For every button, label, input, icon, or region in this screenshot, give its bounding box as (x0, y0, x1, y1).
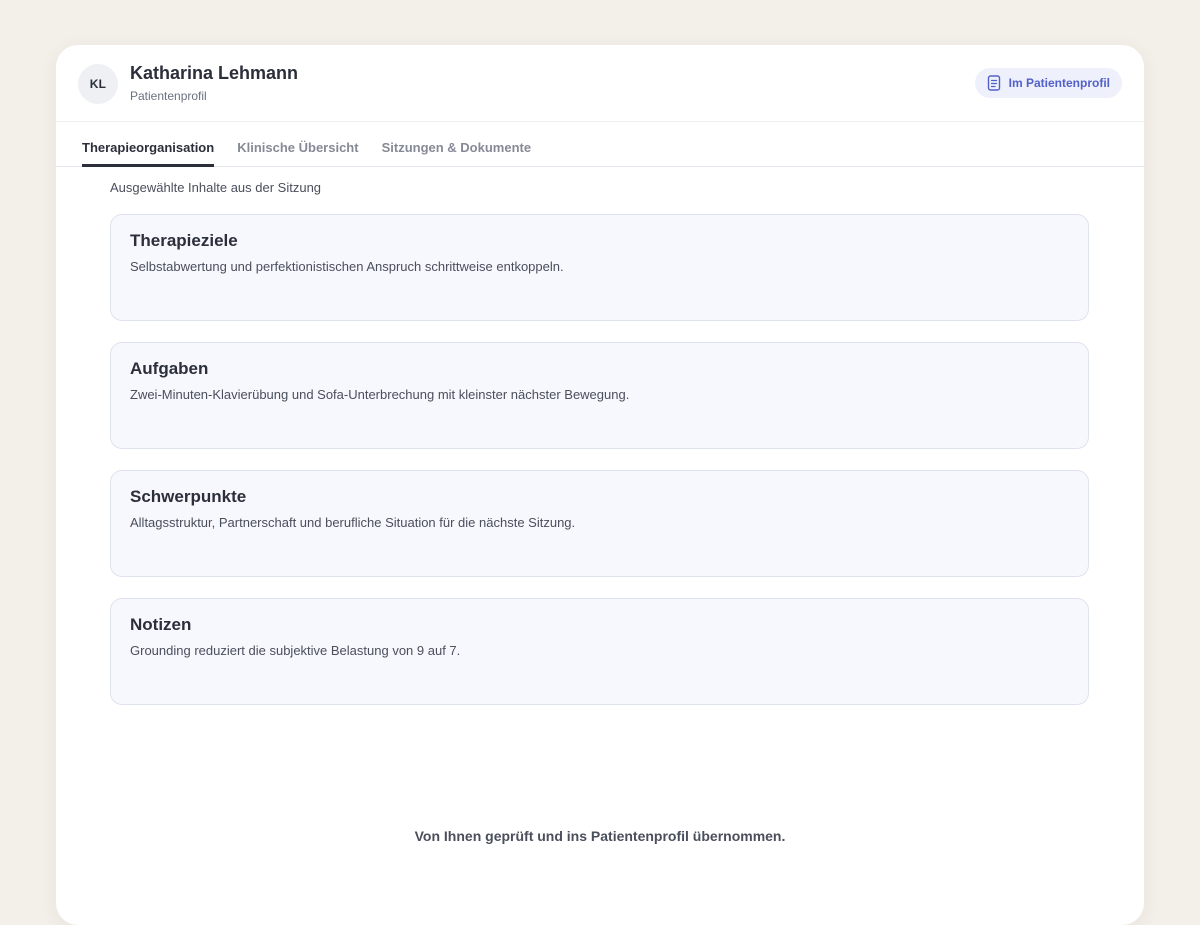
section-list: Therapieziele Selbstabwertung und perfek… (110, 214, 1090, 705)
patient-subtitle: Patientenprofil (130, 89, 207, 103)
section-title: Schwerpunkte (130, 487, 247, 506)
tab-bar: Therapieorganisation Klinische Übersicht… (56, 122, 1144, 167)
section-card-notizen: Notizen Grounding reduziert die subjekti… (110, 598, 1089, 705)
section-card-therapieziele: Therapieziele Selbstabwertung und perfek… (110, 214, 1089, 321)
tab-klinische-uebersicht[interactable]: Klinische Übersicht (237, 122, 358, 166)
patient-profile-label: Im Patientenprofil (1008, 76, 1110, 90)
tab-therapieorganisation[interactable]: Therapieorganisation (82, 122, 215, 167)
main-content: Ausgewählte Inhalte aus der Sitzung Ther… (56, 180, 1144, 705)
avatar: KL (78, 64, 118, 104)
section-title: Therapieziele (130, 231, 238, 250)
section-text: Alltagsstruktur, Partnerschaft und beruf… (130, 515, 576, 530)
section-card-schwerpunkte: Schwerpunkte Alltagsstruktur, Partnersch… (110, 470, 1089, 577)
tab-sitzungen-dokumente[interactable]: Sitzungen & Dokumente (382, 122, 532, 166)
patient-name: Katharina Lehmann (130, 63, 299, 83)
section-text: Zwei-Minuten-Klavierübung und Sofa-Unter… (130, 387, 630, 402)
section-title: Aufgaben (130, 359, 209, 378)
patient-header: KL Katharina Lehmann Patientenprofil Im … (56, 45, 1144, 122)
section-text: Selbstabwertung und perfektionistischen … (130, 259, 564, 274)
patient-profile-button[interactable]: Im Patientenprofil (974, 68, 1122, 98)
patient-card: KL Katharina Lehmann Patientenprofil Im … (56, 45, 1144, 925)
section-card-aufgaben: Aufgaben Zwei-Minuten-Klavierübung und S… (110, 342, 1089, 449)
section-text: Grounding reduziert die subjektive Belas… (130, 643, 461, 658)
intro-text: Ausgewählte Inhalte aus der Sitzung (110, 180, 322, 195)
document-icon (987, 75, 1001, 91)
confirmation-note: Von Ihnen geprüft und ins Patientenprofi… (414, 828, 786, 844)
section-title: Notizen (130, 615, 192, 634)
